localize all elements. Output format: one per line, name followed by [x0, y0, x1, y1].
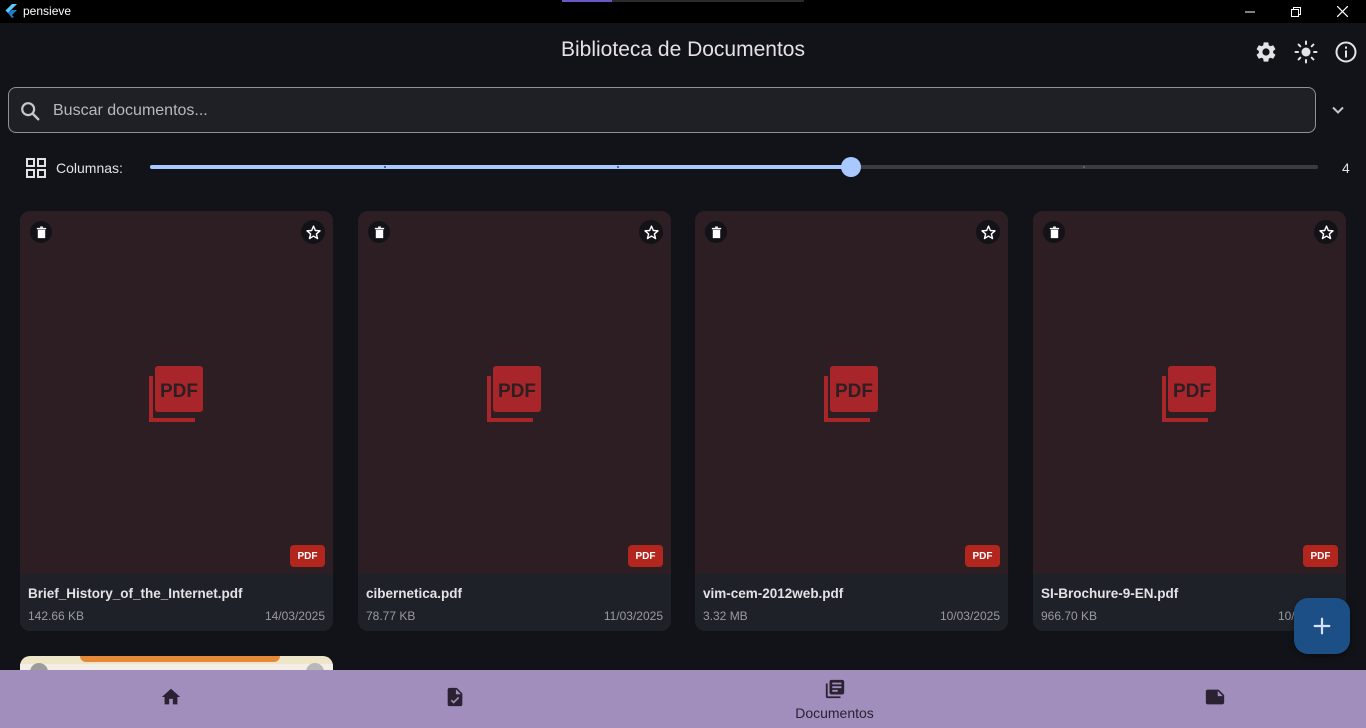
home-icon	[161, 688, 180, 705]
nav-item-tasks[interactable]	[284, 670, 625, 728]
svg-text:PDF: PDF	[498, 381, 536, 402]
file-type-badge: PDF	[965, 545, 1000, 567]
close-button[interactable]	[1319, 0, 1365, 23]
star-outline-icon	[643, 224, 659, 239]
document-name: cibernetica.pdf	[366, 586, 463, 601]
file-type-badge: PDF	[1303, 545, 1338, 567]
columns-label: Columnas:	[56, 160, 123, 176]
delete-button[interactable]	[1043, 221, 1065, 243]
columns-slider[interactable]	[150, 155, 1320, 179]
minimize-icon	[1245, 11, 1255, 12]
favorite-button[interactable]	[976, 220, 1000, 244]
search-field[interactable]	[8, 87, 1316, 133]
document-name: vim-cem-2012web.pdf	[703, 586, 844, 601]
pdf-file-icon: PDF	[149, 366, 203, 422]
document-date: 11/03/2025	[603, 609, 663, 623]
grid-view-icon	[26, 158, 46, 178]
info-button[interactable]	[1334, 40, 1358, 64]
trash-icon	[36, 225, 46, 238]
info-icon	[1335, 41, 1357, 63]
nav-item-notes[interactable]	[1044, 670, 1366, 728]
slider-thumb[interactable]	[841, 157, 861, 177]
add-document-button[interactable]	[1294, 598, 1350, 654]
document-thumbnail: PDF	[358, 211, 671, 574]
task-document-icon	[447, 687, 462, 707]
delete-button[interactable]	[705, 221, 727, 243]
flutter-logo-icon	[5, 4, 17, 18]
document-card[interactable]: PDF PDF SI-Brochure-9-EN.pdf 966.70 KB 1…	[1033, 211, 1346, 631]
trash-icon	[374, 225, 384, 238]
slider-active-track	[150, 165, 851, 169]
library-books-icon	[825, 679, 844, 699]
document-card[interactable]: PDF PDF vim-cem-2012web.pdf 3.32 MB 10/0…	[695, 211, 1008, 631]
slider-tick	[1083, 166, 1085, 168]
file-type-badge: PDF	[290, 545, 325, 567]
restore-button[interactable]	[1273, 0, 1319, 23]
document-size: 78.77 KB	[366, 609, 416, 623]
pdf-file-icon: PDF	[1162, 366, 1216, 422]
search-input[interactable]	[51, 96, 1305, 126]
nav-item-documentos[interactable]: Documentos	[664, 670, 1005, 728]
slider-tick	[384, 166, 386, 168]
document-size: 966.70 KB	[1041, 609, 1098, 623]
favorite-button[interactable]	[301, 220, 325, 244]
star-outline-icon	[980, 224, 996, 239]
document-thumbnail: PDF	[1033, 211, 1346, 574]
document-size: 142.66 KB	[28, 609, 85, 623]
bottom-navigation-bar: Documentos	[0, 670, 1366, 728]
svg-text:PDF: PDF	[1173, 381, 1211, 402]
slider-tick	[617, 166, 619, 168]
minimize-button[interactable]	[1227, 0, 1273, 23]
document-thumbnail: PDF	[20, 211, 333, 574]
window-accent-strip	[562, 0, 804, 2]
restore-icon	[1291, 6, 1301, 17]
delete-button[interactable]	[30, 221, 52, 243]
star-outline-icon	[305, 224, 321, 239]
sun-icon	[1294, 40, 1318, 64]
close-icon	[1336, 6, 1348, 17]
document-name: SI-Brochure-9-EN.pdf	[1041, 586, 1179, 601]
document-card[interactable]: PDF PDF Brief_History_of_the_Internet.pd…	[20, 211, 333, 631]
document-date: 14/03/2025	[264, 609, 325, 623]
trash-icon	[1049, 225, 1059, 238]
star-outline-icon	[1318, 224, 1334, 239]
document-name: Brief_History_of_the_Internet.pdf	[28, 586, 243, 601]
svg-text:PDF: PDF	[835, 381, 873, 402]
trash-icon	[711, 225, 721, 238]
pdf-file-icon: PDF	[824, 366, 878, 422]
delete-button[interactable]	[368, 221, 390, 243]
expand-filters-button[interactable]	[1328, 100, 1348, 120]
theme-toggle-button[interactable]	[1294, 40, 1318, 64]
document-card[interactable]: PDF PDF cibernetica.pdf 78.77 KB 11/03/2…	[358, 211, 671, 631]
svg-text:PDF: PDF	[160, 381, 198, 402]
pdf-file-icon: PDF	[487, 366, 541, 422]
file-type-badge: PDF	[628, 545, 663, 567]
plus-icon	[1313, 617, 1331, 635]
document-thumbnail: PDF	[695, 211, 1008, 574]
favorite-button[interactable]	[639, 220, 663, 244]
app-name: pensieve	[23, 4, 72, 18]
document-date: 10/03/2025	[939, 609, 1000, 623]
columns-value: 4	[1342, 160, 1350, 176]
nav-label: Documentos	[795, 705, 874, 721]
page-title: Biblioteca de Documentos	[561, 38, 805, 61]
chevron-down-icon	[1332, 106, 1344, 114]
settings-button[interactable]	[1254, 40, 1278, 64]
favorite-button[interactable]	[1314, 220, 1338, 244]
document-size: 3.32 MB	[703, 609, 748, 623]
gear-icon	[1256, 42, 1276, 62]
note-icon	[1205, 689, 1224, 705]
window-titlebar: pensieve	[0, 0, 1366, 23]
search-icon	[21, 102, 40, 121]
